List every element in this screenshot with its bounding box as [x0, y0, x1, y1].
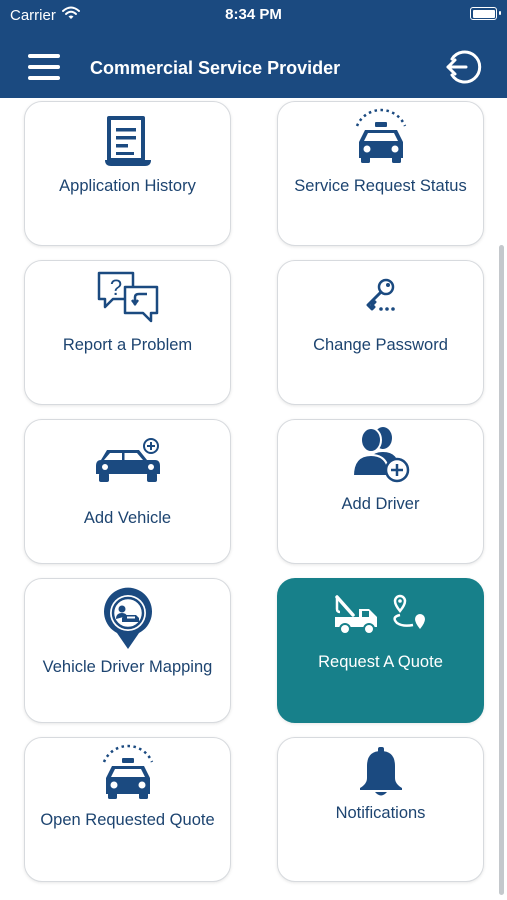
card-label: Open Requested Quote [40, 811, 215, 829]
map-pin-car-icon [25, 587, 230, 651]
card-label: Service Request Status [294, 177, 467, 195]
battery-icon [470, 7, 501, 20]
card-notifications[interactable]: Notifications [277, 737, 484, 882]
car-add-icon [25, 438, 230, 484]
card-add-vehicle[interactable]: Add Vehicle [24, 419, 231, 564]
logout-icon [446, 50, 482, 84]
card-service-request-status[interactable]: Service Request Status [277, 101, 484, 246]
card-label: Report a Problem [62, 336, 193, 354]
taxi-status-icon [278, 108, 483, 164]
document-history-icon [25, 116, 230, 168]
status-bar: Carrier 8:34 PM [0, 0, 507, 30]
card-vehicle-driver-mapping[interactable]: Vehicle Driver Mapping [24, 578, 231, 723]
key-icon [278, 277, 483, 313]
card-label: Add Driver [341, 495, 420, 513]
card-label: Notifications [335, 804, 426, 822]
logout-button[interactable] [444, 48, 482, 86]
app-header: Carrier 8:34 PM Commercial Service Provi… [0, 0, 507, 98]
card-add-driver[interactable]: Add Driver [277, 419, 484, 564]
tow-truck-route-icon [278, 593, 483, 635]
clock: 8:34 PM [225, 6, 282, 23]
menu-button[interactable] [28, 54, 60, 80]
svg-text:?: ? [109, 275, 121, 300]
card-application-history[interactable]: Application History [24, 101, 231, 246]
question-chat-icon: ? [25, 271, 230, 323]
users-add-icon [278, 426, 483, 486]
bell-icon [278, 746, 483, 800]
card-request-a-quote[interactable]: Request A Quote [277, 578, 484, 723]
card-label: Add Vehicle [83, 509, 172, 527]
card-change-password[interactable]: Change Password [277, 260, 484, 405]
dashboard-grid: Application History Service Request Stat… [0, 98, 507, 900]
page-title: Commercial Service Provider [90, 58, 341, 78]
taxi-quote-icon [25, 744, 230, 800]
card-label: Change Password [313, 336, 448, 354]
hamburger-icon [28, 54, 60, 58]
card-label: Vehicle Driver Mapping [42, 658, 213, 676]
card-label: Request A Quote [318, 653, 443, 671]
card-label: Application History [59, 177, 196, 195]
card-open-requested-quote[interactable]: Open Requested Quote [24, 737, 231, 882]
card-report-a-problem[interactable]: ? Report a Problem [24, 260, 231, 405]
scrollbar[interactable] [499, 245, 504, 895]
